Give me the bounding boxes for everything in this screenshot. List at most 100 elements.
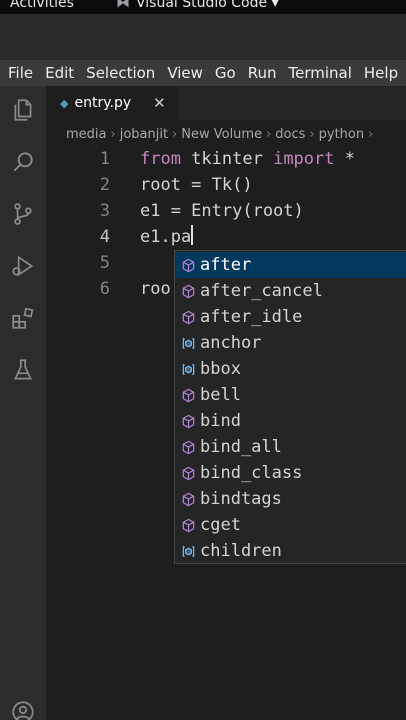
suggestion-item[interactable]: cget <box>175 512 406 538</box>
breadcrumb-item[interactable]: python <box>319 127 364 142</box>
line-number: 3 <box>99 201 110 221</box>
suggestion-label: after_cancel <box>200 281 323 301</box>
menu-terminal[interactable]: Terminal <box>285 64 356 82</box>
chevron-right-icon: › <box>309 126 315 142</box>
tab-entry-py[interactable]: ◆ entry.py ✕ <box>46 86 178 120</box>
method-icon <box>179 412 197 430</box>
os-top-bar: Activities ⧓ Visual Studio Code ▾ <box>0 0 406 14</box>
suggestion-item[interactable]: bbox <box>175 356 406 382</box>
extensions-icon[interactable] <box>9 304 37 332</box>
suggestion-item[interactable]: children <box>175 538 406 563</box>
menu-go[interactable]: Go <box>211 64 240 82</box>
suggestion-label: bind_all <box>200 437 282 457</box>
code-token: root = Tk() <box>140 175 253 195</box>
chevron-right-icon: › <box>110 126 116 142</box>
suggestion-label: after <box>200 255 252 275</box>
title-bar <box>0 14 406 60</box>
menu-file[interactable]: File <box>4 64 37 82</box>
activity-bar <box>0 86 46 720</box>
breadcrumb-item[interactable]: jobanjit <box>120 127 168 142</box>
method-icon <box>179 282 197 300</box>
menu-edit[interactable]: Edit <box>41 64 78 82</box>
menu-view[interactable]: View <box>163 64 207 82</box>
suggestion-item[interactable]: anchor <box>175 330 406 356</box>
run-debug-icon[interactable] <box>9 252 37 280</box>
method-icon <box>179 516 197 534</box>
menu-selection[interactable]: Selection <box>82 64 159 82</box>
code-line[interactable]: 1 from tkinter import * <box>46 146 406 172</box>
suggestion-label: bind_class <box>200 463 303 483</box>
breadcrumb-item[interactable]: docs <box>275 127 305 142</box>
code-token: roo <box>140 279 171 299</box>
code-token: * <box>334 149 355 169</box>
search-icon[interactable] <box>9 148 37 176</box>
keyword-token: import <box>273 149 335 169</box>
method-icon <box>179 490 197 508</box>
method-icon <box>179 256 197 274</box>
code-token: e1.pa <box>140 227 192 247</box>
line-number: 4 <box>99 227 110 247</box>
tab-bar: ◆ entry.py ✕ <box>46 86 406 120</box>
breadcrumb-item[interactable]: New Volume <box>181 127 262 142</box>
vscode-icon: ⧓ <box>116 0 130 11</box>
suggestion-item[interactable]: after <box>175 252 406 278</box>
line-number: 6 <box>99 279 110 299</box>
field-icon <box>179 542 197 560</box>
code-token: tkinter <box>180 149 274 169</box>
line-code: e1.pa <box>140 224 194 250</box>
suggestion-item[interactable]: bind_class <box>175 460 406 486</box>
line-number: 5 <box>99 253 110 273</box>
line-code: roo <box>140 276 171 302</box>
suggestion-label: children <box>200 541 282 561</box>
account-icon[interactable] <box>9 698 37 720</box>
suggestion-widget: after after_cancel after_idleanchor bbox bel… <box>174 250 406 564</box>
code-token: e1 = Entry(root) <box>140 201 304 221</box>
python-file-icon: ◆ <box>60 96 69 110</box>
line-number: 1 <box>99 149 110 169</box>
testing-icon[interactable] <box>9 356 37 384</box>
method-icon <box>179 386 197 404</box>
chevron-right-icon: › <box>266 126 272 142</box>
app-name: Visual Studio Code ▾ <box>136 0 279 11</box>
suggestion-label: bind <box>200 411 241 431</box>
menu-bar: File Edit Selection View Go Run Terminal… <box>0 60 406 86</box>
app-menu[interactable]: ⧓ Visual Studio Code ▾ <box>116 0 279 11</box>
suggestion-label: bindtags <box>200 489 282 509</box>
method-icon <box>179 308 197 326</box>
suggestion-label: anchor <box>200 333 262 353</box>
field-icon <box>179 360 197 378</box>
suggestion-item[interactable]: after_cancel <box>175 278 406 304</box>
breadcrumb-item[interactable]: media <box>66 127 107 142</box>
code-line[interactable]: 4 e1.pa <box>46 224 406 250</box>
code-line[interactable]: 3 e1 = Entry(root) <box>46 198 406 224</box>
keyword-token: from <box>140 149 181 169</box>
line-code: e1 = Entry(root) <box>140 198 304 224</box>
suggestion-label: bell <box>200 385 241 405</box>
suggestion-label: after_idle <box>200 307 303 327</box>
method-icon <box>179 464 197 482</box>
close-icon[interactable]: ✕ <box>153 94 166 112</box>
activities-button[interactable]: Activities <box>10 0 74 11</box>
suggestion-label: cget <box>200 515 241 535</box>
method-icon <box>179 438 197 456</box>
line-code: from tkinter import * <box>140 146 355 172</box>
breadcrumb: media › jobanjit › New Volume › docs › p… <box>46 122 406 146</box>
suggestion-item[interactable]: bind <box>175 408 406 434</box>
suggestion-item[interactable]: bind_all <box>175 434 406 460</box>
menu-help[interactable]: Help <box>360 64 402 82</box>
suggestion-item[interactable]: bindtags <box>175 486 406 512</box>
chevron-right-icon: › <box>172 126 178 142</box>
field-icon <box>179 334 197 352</box>
suggestion-item[interactable]: after_idle <box>175 304 406 330</box>
chevron-right-icon: › <box>368 126 374 142</box>
menu-run[interactable]: Run <box>244 64 281 82</box>
code-line[interactable]: 2 root = Tk() <box>46 172 406 198</box>
suggestion-label: bbox <box>200 359 241 379</box>
text-cursor <box>191 225 194 245</box>
line-code: root = Tk() <box>140 172 253 198</box>
suggestion-item[interactable]: bell <box>175 382 406 408</box>
source-control-icon[interactable] <box>9 200 37 228</box>
line-number: 2 <box>99 175 110 195</box>
explorer-icon[interactable] <box>9 96 37 124</box>
tab-label: entry.py <box>74 95 132 111</box>
